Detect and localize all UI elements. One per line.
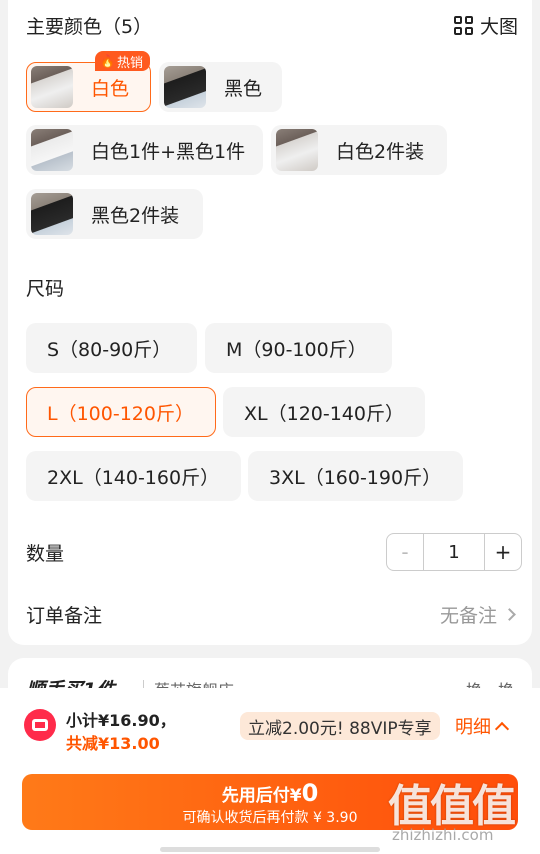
color-option-label: 白色1件+黑色1件	[91, 140, 246, 163]
quantity-stepper: - 1 +	[386, 533, 522, 571]
color-section-title: 主要颜色（5）	[26, 16, 153, 38]
color-option-white-black[interactable]: 白色1件+黑色1件	[26, 125, 263, 175]
color-thumbnail	[31, 193, 73, 235]
quantity-minus-button[interactable]: -	[387, 540, 423, 564]
color-option-label: 黑色2件装	[91, 204, 180, 227]
size-option-3xl[interactable]: 3XL（160-190斤）	[248, 451, 463, 501]
discount-text: 共减¥13.00	[66, 734, 160, 753]
color-option-label: 黑色	[224, 77, 263, 100]
order-note-value: 无备注	[439, 605, 497, 627]
size-section-title: 尺码	[26, 278, 65, 300]
color-option-label: 白色	[91, 77, 130, 100]
shopping-bag-icon	[24, 709, 56, 741]
color-thumbnail	[31, 66, 73, 108]
color-thumbnail	[164, 66, 206, 108]
quantity-label: 数量	[26, 543, 65, 565]
color-option-black-2pack[interactable]: 黑色2件装	[26, 189, 203, 239]
watermark-site: zhizhizhi.com	[392, 826, 494, 844]
detail-button[interactable]: 明细	[455, 713, 510, 739]
size-option-s[interactable]: S（80-90斤）	[26, 323, 197, 373]
color-option-white[interactable]: 白色 🔥 热销	[26, 51, 151, 112]
pay-button-amount: 0	[301, 779, 319, 807]
order-note-label: 订单备注	[26, 605, 103, 627]
color-thumbnail	[276, 129, 318, 171]
color-option-white-2pack[interactable]: 白色2件装	[271, 125, 447, 175]
big-picture-toggle[interactable]: 大图	[453, 12, 518, 39]
color-option-black[interactable]: 黑色	[159, 62, 282, 112]
quantity-value[interactable]: 1	[423, 534, 485, 570]
hot-badge-label: 热销	[116, 55, 143, 71]
pay-button-prefix: 先用后付¥	[221, 786, 302, 806]
size-option-xl[interactable]: XL（120-140斤）	[223, 387, 425, 437]
chevron-up-icon	[494, 721, 510, 736]
quantity-plus-button[interactable]: +	[485, 540, 521, 564]
grid-icon	[453, 15, 474, 36]
color-option-label: 白色2件装	[336, 140, 425, 163]
detail-label: 明细	[455, 717, 491, 738]
size-option-2xl[interactable]: 2XL（140-160斤）	[26, 451, 241, 501]
size-option-l[interactable]: L（100-120斤）	[26, 387, 216, 437]
chevron-right-icon	[503, 608, 516, 621]
flame-icon: 🔥	[100, 54, 115, 68]
size-option-m[interactable]: M（90-100斤）	[205, 323, 392, 373]
hot-badge: 🔥 热销	[95, 51, 150, 71]
watermark-logo: 值值值	[388, 781, 516, 832]
vip-promo-badge: 立减2.00元! 88VIP专享	[240, 712, 440, 740]
subtotal-text: 小计¥16.90，	[66, 711, 176, 730]
color-thumbnail	[31, 129, 73, 171]
home-indicator[interactable]	[160, 847, 380, 852]
order-note-field[interactable]: 无备注	[439, 601, 516, 628]
big-picture-label: 大图	[479, 16, 518, 38]
